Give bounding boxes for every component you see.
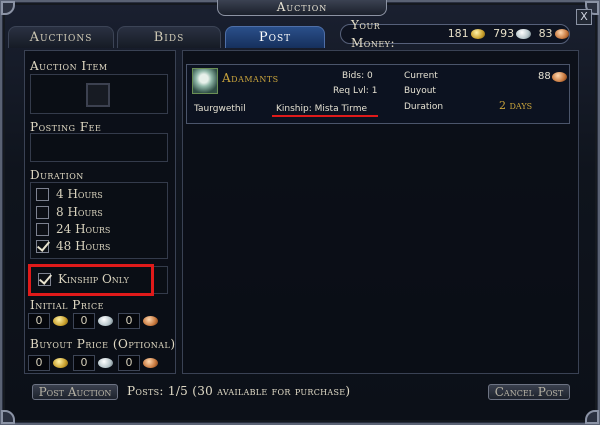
close-button[interactable]: X (576, 9, 592, 25)
frame-corner-bottom-left (1, 410, 15, 424)
listing-item-name: Adamants (222, 71, 279, 85)
copper-coin-icon (554, 29, 569, 39)
auction-window: Auction X Auctions Bids Post Your Money:… (0, 0, 600, 425)
gold-coin-icon (470, 29, 486, 39)
duration-option-48h[interactable]: 48 Hours (36, 238, 110, 254)
post-auction-button[interactable]: Post Auction (32, 384, 118, 400)
buyout-price-fields: 0 0 0 (28, 355, 163, 371)
window-title: Auction (217, 0, 387, 16)
frame-corner-bottom-right (585, 410, 599, 424)
frame-corner-top-left (1, 1, 15, 15)
listing-seller: Taurgwethil (194, 104, 246, 114)
duration-option-label: 24 Hours (56, 222, 111, 236)
money-display: Your Money: 181 793 83 (340, 18, 570, 50)
duration-checkbox-checked[interactable] (36, 239, 49, 253)
duration-label: Duration (30, 168, 84, 182)
posts-status: Posts: 1/5 (30 available for purchase) (127, 384, 351, 398)
adamant-item-icon (192, 68, 218, 94)
initial-price-gold-input[interactable]: 0 (28, 313, 50, 329)
duration-option-4h[interactable]: 4 Hours (36, 186, 103, 202)
gold-coin-icon (53, 358, 68, 368)
tab-bids[interactable]: Bids (117, 26, 221, 48)
listing-buyout-label: Buyout (404, 86, 436, 96)
tab-auctions[interactable]: Auctions (8, 26, 114, 48)
auction-item-slot[interactable] (86, 83, 110, 107)
auction-item-label: Auction Item (30, 59, 108, 73)
tab-post[interactable]: Post (225, 26, 325, 48)
duration-checkbox[interactable] (36, 205, 49, 219)
duration-option-label: 8 Hours (56, 205, 103, 219)
cancel-post-button[interactable]: Cancel Post (488, 384, 570, 400)
silver-coin-icon (98, 316, 113, 326)
listing-duration-label: Duration (404, 102, 444, 112)
listing-req-lvl: Req Lvl: 1 (333, 86, 378, 96)
silver-coin-icon (516, 29, 531, 39)
duration-checkbox[interactable] (36, 187, 49, 201)
initial-price-fields: 0 0 0 (28, 313, 163, 329)
buyout-price-copper-input[interactable]: 0 (118, 355, 140, 371)
kinship-underline (272, 115, 378, 117)
money-label: Your Money: (351, 18, 396, 50)
gold-amount: 181 (447, 27, 469, 40)
listing-kinship: Kinship: Mista Tirme (276, 104, 368, 114)
copper-coin-icon (552, 72, 567, 82)
duration-option-24h[interactable]: 24 Hours (36, 221, 110, 237)
duration-checkbox[interactable] (36, 222, 49, 236)
duration-option-label: 4 Hours (56, 187, 103, 201)
initial-price-copper-input[interactable]: 0 (118, 313, 140, 329)
initial-price-label: Initial Price (30, 298, 105, 312)
buyout-price-silver-input[interactable]: 0 (73, 355, 95, 371)
buyout-price-gold-input[interactable]: 0 (28, 355, 50, 371)
listing-duration-value: 2 days (499, 99, 533, 112)
duration-option-label: 48 Hours (56, 239, 111, 253)
posting-fee-label: Posting Fee (30, 120, 102, 134)
silver-coin-icon (98, 358, 113, 368)
initial-price-silver-input[interactable]: 0 (73, 313, 95, 329)
listing-current-label: Current (404, 71, 438, 81)
listing-current-value: 88 (538, 71, 551, 82)
copper-amount: 83 (538, 27, 553, 40)
duration-option-8h[interactable]: 8 Hours (36, 204, 103, 220)
listing-bids: Bids: 0 (342, 71, 373, 81)
kinship-highlight-box (28, 264, 154, 296)
silver-amount: 793 (493, 27, 515, 40)
copper-coin-icon (143, 316, 158, 326)
copper-coin-icon (143, 358, 158, 368)
buyout-price-label: Buyout Price (Optional) (30, 337, 176, 351)
posting-fee-box (30, 133, 168, 162)
gold-coin-icon (53, 316, 68, 326)
